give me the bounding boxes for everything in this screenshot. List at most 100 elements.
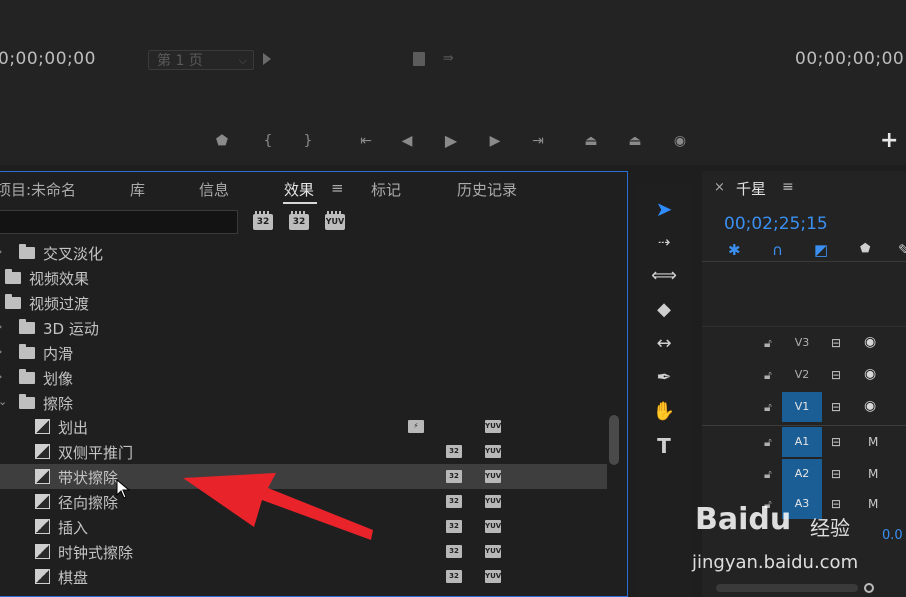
type-tool-icon[interactable]: T <box>649 433 679 459</box>
folder-icon <box>5 269 21 284</box>
tools-panel: ➤ ⇢ ⟺ ◆ ↔ ✒ ✋ T <box>637 184 692 597</box>
slip-tool-icon[interactable]: ↔ <box>649 331 679 357</box>
step-forward-icon[interactable]: ▶ <box>482 130 508 152</box>
sync-lock-icon[interactable]: ⊟ <box>831 435 841 449</box>
yuv-badge-icon: YUV <box>485 545 501 558</box>
tree-folder-wipe[interactable]: ⌄ 擦除 <box>0 390 607 415</box>
tree-label: 视频效果 <box>29 270 90 288</box>
snap-icon[interactable]: ∩ <box>772 241 783 259</box>
tree-effect-radial-wipe[interactable]: 径向擦除 32 YUV <box>0 489 607 514</box>
sync-lock-icon[interactable]: ⊟ <box>831 368 841 382</box>
mark-out-icon[interactable]: } <box>295 130 321 152</box>
safe-margins-icon[interactable] <box>413 52 425 66</box>
chevron-down-icon[interactable]: ⌄ <box>0 395 7 408</box>
mute-button[interactable]: M <box>868 435 878 449</box>
fast-forward-icon[interactable]: ⇛ <box>443 51 454 66</box>
tree-effect-inset[interactable]: 插入 32 YUV <box>0 514 607 539</box>
tree-folder-cross-dissolve[interactable]: › 交叉淡化 <box>0 240 607 265</box>
sequence-tab[interactable]: 千星 <box>736 178 766 199</box>
wrench-icon[interactable]: ✎ <box>898 241 906 259</box>
track-v2[interactable]: 🔓︎ V2 ⊟ ◉ <box>702 360 906 392</box>
track-label[interactable]: V1 <box>782 392 822 422</box>
tab-history[interactable]: 历史记录 <box>457 179 517 200</box>
camera-icon[interactable]: ◉ <box>667 130 693 152</box>
mark-in-icon[interactable]: { <box>255 130 281 152</box>
effects-panel: 项目:未命名 库 信息 效果 ≡ 标记 历史记录 32 32 YUV › 交叉淡… <box>0 171 628 597</box>
chevron-right-icon[interactable]: › <box>0 245 2 258</box>
play-icon[interactable]: ▶ <box>438 130 464 152</box>
track-v3[interactable]: 🔓︎ V3 ⊟ ◉ <box>702 328 906 360</box>
tree-folder-slide[interactable]: › 内滑 <box>0 340 607 365</box>
hand-tool-icon[interactable]: ✋ <box>649 399 679 425</box>
sequence-timecode[interactable]: 00;02;25;15 <box>724 214 828 234</box>
razor-tool-icon[interactable]: ◆ <box>649 297 679 323</box>
track-v1[interactable]: 🔓︎ V1 ⊟ ◉ <box>702 392 906 424</box>
tab-library[interactable]: 库 <box>130 179 145 200</box>
transition-icon <box>35 419 50 434</box>
lock-icon[interactable]: 🔓︎ <box>764 368 772 383</box>
chevron-right-icon[interactable]: › <box>0 370 2 383</box>
lock-icon[interactable]: 🔓︎ <box>764 467 772 482</box>
playhead-timecode[interactable]: 0;00;00;00 <box>0 49 96 69</box>
chevron-right-icon[interactable]: › <box>0 320 2 333</box>
chevron-right-icon[interactable]: › <box>0 345 2 358</box>
add-marker-icon[interactable]: ⬟ <box>860 241 870 255</box>
pen-tool-icon[interactable]: ✒ <box>649 365 679 391</box>
panel-menu-icon[interactable]: ≡ <box>782 179 794 195</box>
close-icon[interactable]: × <box>714 180 725 195</box>
eye-icon[interactable]: ◉ <box>864 334 876 350</box>
32bit-badge-icon: 32 <box>446 470 462 483</box>
panel-menu-icon[interactable]: ≡ <box>331 179 344 197</box>
tab-effects[interactable]: 效果 <box>284 179 314 200</box>
effects-scrollbar[interactable] <box>609 415 619 465</box>
tree-effect-checkerboard[interactable]: 棋盘 32 YUV <box>0 564 607 589</box>
track-select-tool-icon[interactable]: ⇢ <box>649 229 679 255</box>
mute-button[interactable]: M <box>868 467 878 481</box>
add-marker-icon[interactable]: ⬟ <box>209 130 235 152</box>
sync-lock-icon[interactable]: ⊟ <box>831 400 841 414</box>
tree-effect-band-wipe[interactable]: 带状擦除 32 YUV <box>0 464 607 489</box>
tree-folder-iris[interactable]: › 划像 <box>0 365 607 390</box>
tree-folder-3d-motion[interactable]: › 3D 运动 <box>0 315 607 340</box>
sync-lock-icon[interactable]: ⊟ <box>831 336 841 350</box>
extract-icon[interactable]: ⏏ <box>622 130 648 152</box>
effects-search-input[interactable] <box>0 210 238 234</box>
tree-effect-barn-doors[interactable]: 双侧平推门 32 YUV <box>0 439 607 464</box>
linked-selection-icon[interactable]: ◩ <box>814 241 828 259</box>
accelerated-filter-button[interactable]: 32 <box>253 211 273 230</box>
duration-timecode: 00;00;00;00 <box>795 49 905 69</box>
tab-info[interactable]: 信息 <box>199 179 229 200</box>
yuv-badge-icon: YUV <box>485 470 501 483</box>
step-back-icon[interactable]: ◀ <box>394 130 420 152</box>
yuv-filter-button[interactable]: YUV <box>325 211 345 230</box>
selection-tool-icon[interactable]: ➤ <box>649 196 679 222</box>
nest-icon[interactable]: ✱ <box>728 241 741 259</box>
track-label[interactable]: V3 <box>782 328 822 358</box>
lock-icon[interactable]: 🔓︎ <box>764 400 772 415</box>
play-small-icon[interactable] <box>263 53 271 65</box>
tree-effect-wipe-out[interactable]: 划出 ⚡ YUV <box>0 414 607 439</box>
add-button-icon[interactable]: + <box>880 128 898 153</box>
32bit-filter-button[interactable]: 32 <box>289 211 309 230</box>
go-to-in-icon[interactable]: ⇤ <box>353 130 379 152</box>
transition-icon <box>35 469 50 484</box>
sync-lock-icon[interactable]: ⊟ <box>831 467 841 481</box>
tab-markers[interactable]: 标记 <box>371 179 401 200</box>
track-label[interactable]: A2 <box>782 459 822 489</box>
track-a2[interactable]: 🔓︎ A2 ⊟ M <box>702 459 906 491</box>
track-label[interactable]: V2 <box>782 360 822 390</box>
eye-icon[interactable]: ◉ <box>864 398 876 414</box>
tree-folder-video-transitions[interactable]: 视频过渡 <box>0 290 607 315</box>
lock-icon[interactable]: 🔓︎ <box>764 336 772 351</box>
go-to-out-icon[interactable]: ⇥ <box>525 130 551 152</box>
eye-icon[interactable]: ◉ <box>864 366 876 382</box>
tab-project[interactable]: 项目:未命名 <box>0 179 76 200</box>
ripple-edit-tool-icon[interactable]: ⟺ <box>649 263 679 289</box>
track-a1[interactable]: 🔓︎ A1 ⊟ M <box>702 427 906 459</box>
track-label[interactable]: A1 <box>782 427 822 457</box>
tree-effect-clock-wipe[interactable]: 时钟式擦除 32 YUV <box>0 539 607 564</box>
page-select[interactable]: 第 1 页 ⌵ <box>148 50 254 70</box>
tree-folder-video-effects[interactable]: 视频效果 <box>0 265 607 290</box>
lift-icon[interactable]: ⏏ <box>578 130 604 152</box>
lock-icon[interactable]: 🔓︎ <box>764 435 772 450</box>
